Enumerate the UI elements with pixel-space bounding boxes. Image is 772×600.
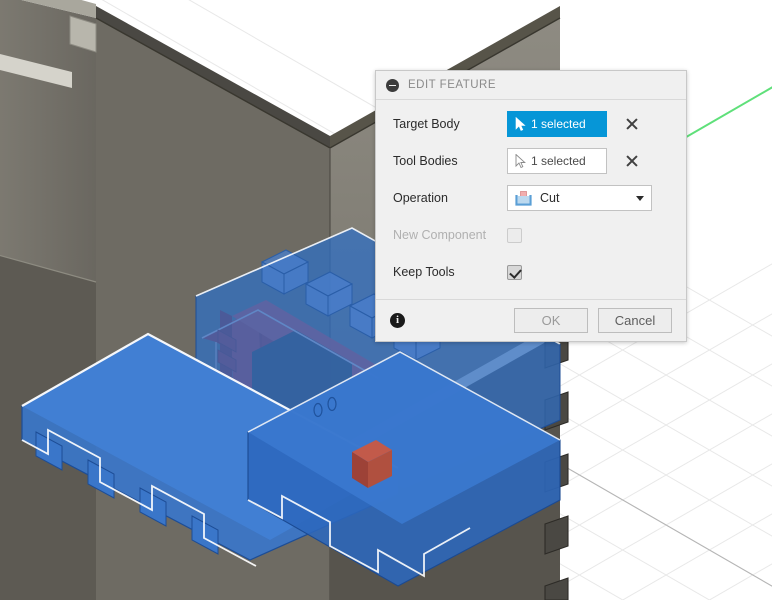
cursor-arrow-icon [515,117,526,131]
keep-tools-checkbox[interactable] [507,264,522,280]
operation-value: Cut [540,191,560,205]
ok-button[interactable]: OK [514,308,588,333]
cancel-button[interactable]: Cancel [598,308,672,333]
cut-operation-icon [515,190,532,206]
info-icon[interactable]: i [390,313,405,328]
row-new-component: New Component [376,220,686,250]
tool-bodies-clear-icon[interactable] [624,153,640,169]
tool-bodies-selection-button[interactable]: 1 selected [507,148,607,174]
cursor-arrow-icon [515,154,526,168]
new-component-label: New Component [393,228,487,242]
row-tool-bodies: Tool Bodies 1 selected [376,146,686,176]
row-target-body: Target Body 1 selected [376,109,686,139]
chevron-down-icon[interactable] [636,195,644,201]
row-operation: Operation Cut [376,183,686,213]
operation-label: Operation [393,191,448,205]
dialog-body: Target Body 1 selected Tool Bodies 1 sel… [376,100,686,299]
keep-tools-label: Keep Tools [393,265,455,279]
dialog-footer: i OK Cancel [376,299,686,341]
target-body-selection-button[interactable]: 1 selected [507,111,607,137]
edit-feature-dialog[interactable]: EDIT FEATURE Target Body 1 selected Tool… [375,70,687,342]
tool-bodies-value: 1 selected [531,154,586,168]
new-component-checkbox [507,227,522,243]
target-body-label: Target Body [393,117,460,131]
application-window: EDIT FEATURE Target Body 1 selected Tool… [0,0,772,600]
target-body-clear-icon[interactable] [624,116,640,132]
operation-dropdown[interactable]: Cut [507,185,652,211]
dialog-header[interactable]: EDIT FEATURE [376,71,686,100]
target-body-value: 1 selected [531,117,586,131]
tool-bodies-label: Tool Bodies [393,154,458,168]
minus-circle-icon[interactable] [386,78,399,92]
row-keep-tools: Keep Tools [376,257,686,287]
dialog-title: EDIT FEATURE [408,79,496,91]
